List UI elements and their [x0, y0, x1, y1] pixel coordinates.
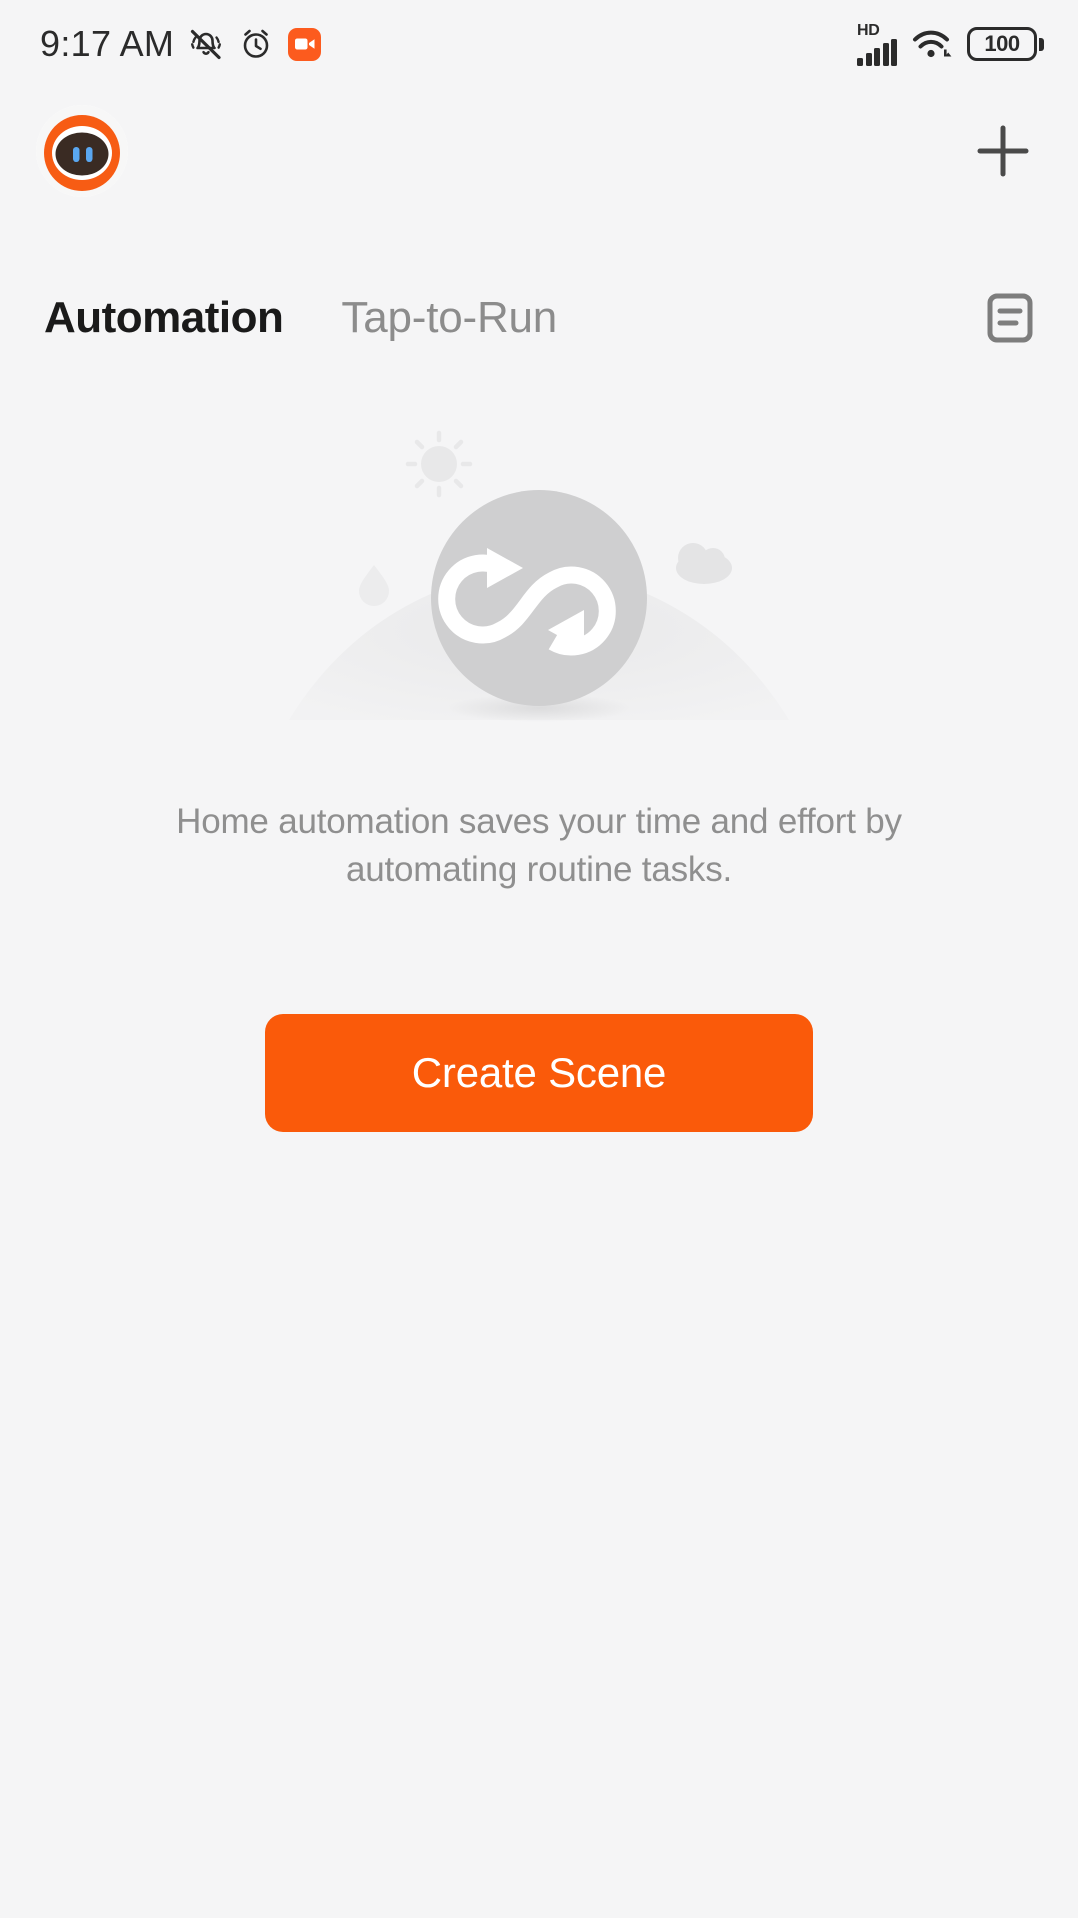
- bell-mute-icon: [191, 29, 222, 60]
- battery-body: 100: [967, 27, 1037, 61]
- cloud-icon: [676, 543, 732, 584]
- alarm-clock-icon: [243, 29, 269, 58]
- raindrop-icon: [359, 565, 389, 606]
- add-button[interactable]: [964, 112, 1042, 190]
- network-type-label: HD: [857, 21, 880, 39]
- status-time: 9:17 AM: [40, 23, 175, 64]
- sun-icon: [405, 430, 473, 498]
- battery-level-label: 100: [984, 31, 1020, 56]
- screen-recording-icon: [288, 27, 322, 61]
- battery-indicator: 100: [967, 27, 1044, 61]
- automation-log-button[interactable]: [978, 286, 1042, 350]
- video-camera-glyph: [294, 38, 315, 50]
- tab-automation[interactable]: Automation: [44, 296, 284, 340]
- status-bar-right: HD 100: [857, 21, 1044, 66]
- empty-state: Home automation saves your time and effo…: [0, 420, 1078, 1133]
- create-scene-label: Create Scene: [411, 1049, 667, 1097]
- battery-cap: [1039, 37, 1044, 51]
- empty-state-message: Home automation saves your time and effo…: [176, 802, 902, 889]
- wifi-icon: [913, 30, 952, 58]
- automation-log-icon: [987, 293, 1033, 343]
- avatar[interactable]: [36, 105, 128, 197]
- automation-loop-illustration: [279, 420, 799, 750]
- create-scene-button[interactable]: Create Scene: [265, 1014, 813, 1133]
- app-header: [0, 96, 1078, 206]
- robot-avatar-icon: [36, 105, 128, 197]
- status-bar-left: 9:17 AM: [40, 23, 322, 64]
- signal-bars-icon: [857, 38, 897, 66]
- tab-tap-to-run[interactable]: Tap-to-Run: [341, 296, 557, 340]
- status-bar: 9:17 AM HD 100: [0, 0, 1078, 88]
- empty-state-graphic: [289, 430, 789, 722]
- plus-icon: [977, 125, 1029, 177]
- tab-bar: Automation Tap-to-Run: [0, 280, 1078, 356]
- signal-indicator: HD: [857, 21, 897, 66]
